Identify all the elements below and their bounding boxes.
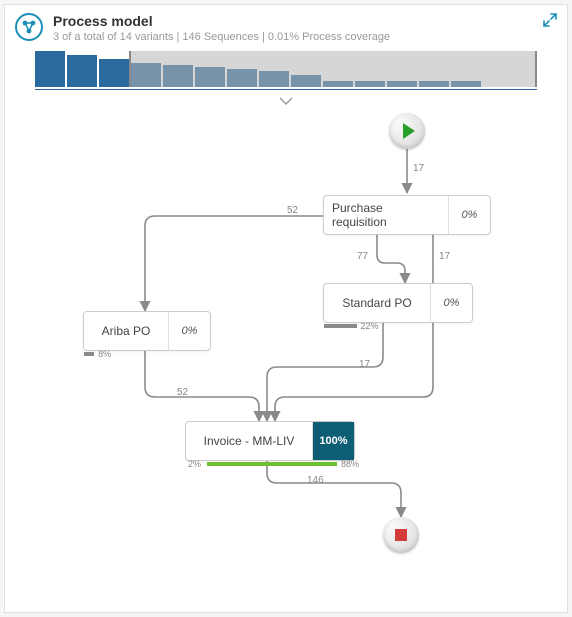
- process-model-panel: Process model 3 of a total of 14 variant…: [4, 4, 568, 613]
- node-ariba-po[interactable]: Ariba PO 0% 8%: [83, 311, 211, 351]
- node-label: Standard PO: [324, 284, 430, 322]
- panel-title: Process model: [53, 13, 557, 29]
- edge-label: 146: [307, 475, 324, 486]
- process-diagram[interactable]: 17 Purchase requisition 0% 52 77 17 Arib…: [5, 97, 567, 567]
- variant-bar[interactable]: [67, 55, 97, 87]
- end-node[interactable]: [383, 517, 419, 553]
- expand-icon[interactable]: [543, 13, 557, 32]
- node-progress: 22%: [324, 324, 472, 328]
- process-model-icon: [15, 13, 43, 41]
- node-pct: 0%: [430, 284, 472, 322]
- node-pct: 0%: [168, 312, 210, 350]
- panel-header: Process model 3 of a total of 14 variant…: [5, 5, 567, 49]
- edge-label: 17: [413, 163, 424, 174]
- variant-range-mask[interactable]: [129, 51, 537, 87]
- edge-label: 77: [357, 251, 368, 262]
- node-invoice[interactable]: Invoice - MM-LIV 100% 2% 88%: [185, 421, 355, 461]
- variant-selector[interactable]: [5, 49, 567, 97]
- node-standard-po[interactable]: Standard PO 0% 22%: [323, 283, 473, 323]
- edge-label: 17: [439, 251, 450, 262]
- node-label: Ariba PO: [84, 312, 168, 350]
- node-label: Purchase requisition: [324, 196, 448, 234]
- node-progress: 2% 88%: [186, 462, 354, 466]
- node-purchase-requisition[interactable]: Purchase requisition 0%: [323, 195, 491, 235]
- node-pct: 0%: [448, 196, 490, 234]
- play-icon: [403, 123, 415, 139]
- variant-bar[interactable]: [99, 59, 129, 87]
- panel-subtitle: 3 of a total of 14 variants | 146 Sequen…: [53, 31, 557, 43]
- variant-bar[interactable]: [35, 51, 65, 87]
- edge-label: 52: [287, 205, 298, 216]
- edge-label: 52: [177, 387, 188, 398]
- start-node[interactable]: [389, 113, 425, 149]
- node-pct: 100%: [312, 422, 354, 460]
- node-progress: 8%: [84, 352, 210, 356]
- stop-icon: [395, 529, 407, 541]
- edge-label: 17: [359, 359, 370, 370]
- node-label: Invoice - MM-LIV: [186, 422, 312, 460]
